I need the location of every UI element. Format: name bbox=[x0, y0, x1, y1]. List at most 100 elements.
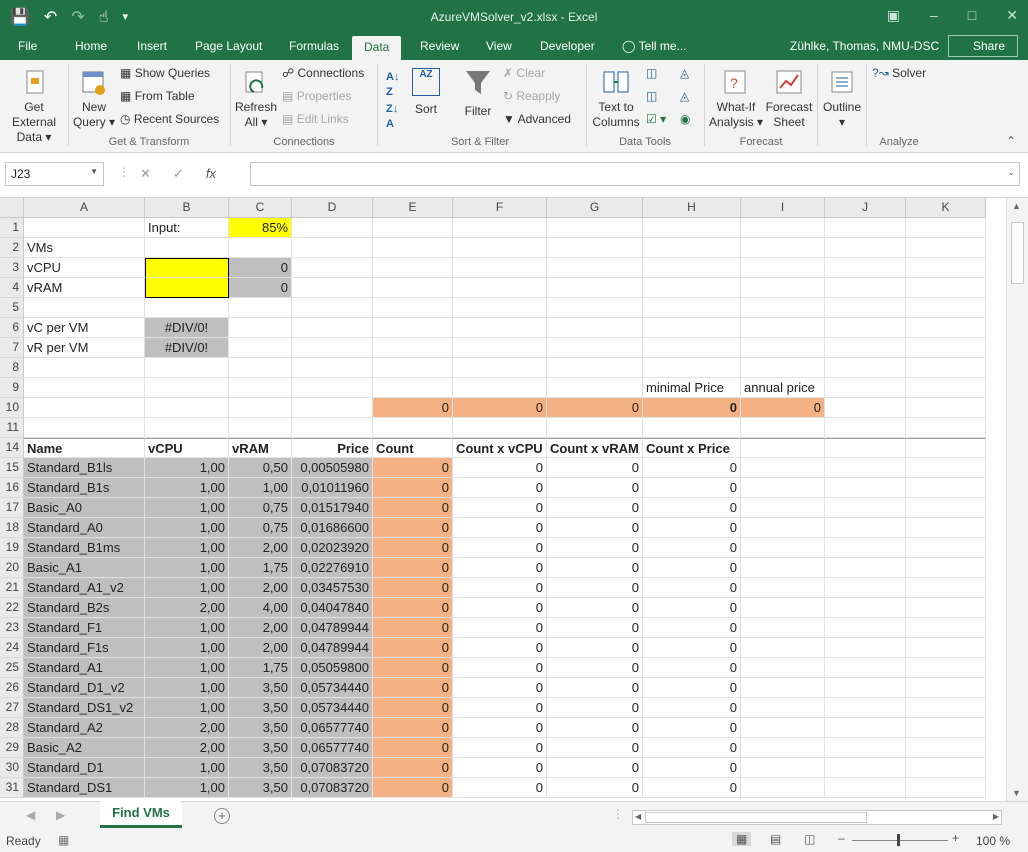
cell-j[interactable] bbox=[825, 258, 906, 278]
cell-f[interactable]: 0 bbox=[453, 498, 547, 518]
cell-e[interactable] bbox=[373, 358, 453, 378]
cell-i[interactable] bbox=[741, 418, 825, 438]
cell-k[interactable] bbox=[906, 718, 986, 738]
cell-a[interactable]: Standard_D1 bbox=[24, 758, 145, 778]
new-query-button[interactable]: New Query ▾ bbox=[72, 68, 116, 130]
cell-d[interactable]: 0,04047840 bbox=[292, 598, 373, 618]
cell-a[interactable] bbox=[24, 298, 145, 318]
minimize-icon[interactable]: – bbox=[930, 7, 938, 24]
tab-page-layout[interactable]: Page Layout bbox=[195, 39, 262, 53]
tell-me-search[interactable]: ◯ Tell me... bbox=[622, 39, 687, 53]
cell-h[interactable]: 0 bbox=[643, 578, 741, 598]
cell-i[interactable] bbox=[741, 578, 825, 598]
cell-i[interactable]: 0 bbox=[741, 398, 825, 418]
cell-c[interactable]: 3,50 bbox=[229, 678, 292, 698]
show-queries-button[interactable]: ▦ Show Queries bbox=[120, 66, 210, 81]
cell-h[interactable] bbox=[643, 318, 741, 338]
row-header[interactable]: 30 bbox=[0, 758, 24, 778]
cell-g[interactable]: 0 bbox=[547, 458, 643, 478]
cell-b[interactable] bbox=[145, 278, 229, 298]
cell-d[interactable]: 0,06577740 bbox=[292, 718, 373, 738]
share-button[interactable]: Share bbox=[948, 35, 1018, 57]
cell-d[interactable] bbox=[292, 358, 373, 378]
cell-k[interactable] bbox=[906, 518, 986, 538]
row-header[interactable]: 5 bbox=[0, 298, 24, 318]
cell-a[interactable]: Name bbox=[24, 438, 145, 458]
cell-j[interactable] bbox=[825, 738, 906, 758]
cell-f[interactable]: 0 bbox=[453, 718, 547, 738]
cell-j[interactable] bbox=[825, 278, 906, 298]
cell-i[interactable] bbox=[741, 258, 825, 278]
column-header-h[interactable]: H bbox=[643, 198, 741, 218]
vertical-scroll-thumb[interactable] bbox=[1011, 222, 1024, 284]
cell-k[interactable] bbox=[906, 318, 986, 338]
cell-d[interactable] bbox=[292, 418, 373, 438]
cell-e[interactable]: 0 bbox=[373, 738, 453, 758]
row-header[interactable]: 29 bbox=[0, 738, 24, 758]
cell-a[interactable]: Standard_A1_v2 bbox=[24, 578, 145, 598]
cell-a[interactable]: vCPU bbox=[24, 258, 145, 278]
cell-b[interactable]: 1,00 bbox=[145, 758, 229, 778]
normal-view-icon[interactable]: ▦ bbox=[732, 832, 752, 846]
cell-h[interactable]: 0 bbox=[643, 518, 741, 538]
solver-button[interactable]: ?↝ Solver bbox=[872, 66, 926, 81]
cell-f[interactable]: 0 bbox=[453, 598, 547, 618]
cell-h[interactable] bbox=[643, 278, 741, 298]
cell-b[interactable]: 2,00 bbox=[145, 718, 229, 738]
cell-k[interactable] bbox=[906, 558, 986, 578]
connections-button[interactable]: ☍ Connections bbox=[282, 66, 364, 81]
row-header[interactable]: 7 bbox=[0, 338, 24, 358]
cell-a[interactable]: Standard_B1ls bbox=[24, 458, 145, 478]
cell-a[interactable]: Standard_B1ms bbox=[24, 538, 145, 558]
cell-i[interactable] bbox=[741, 778, 825, 798]
cell-c[interactable]: 2,00 bbox=[229, 638, 292, 658]
row-header[interactable]: 11 bbox=[0, 418, 24, 438]
cell-c[interactable]: 0,75 bbox=[229, 498, 292, 518]
cell-f[interactable]: 0 bbox=[453, 658, 547, 678]
cell-g[interactable]: 0 bbox=[547, 678, 643, 698]
cell-i[interactable] bbox=[741, 698, 825, 718]
cell-a[interactable] bbox=[24, 378, 145, 398]
cell-j[interactable] bbox=[825, 358, 906, 378]
cell-g[interactable]: 0 bbox=[547, 518, 643, 538]
cell-a[interactable]: Standard_A0 bbox=[24, 518, 145, 538]
cell-b[interactable] bbox=[145, 418, 229, 438]
row-header[interactable]: 22 bbox=[0, 598, 24, 618]
cell-c[interactable]: vRAM bbox=[229, 438, 292, 458]
cell-g[interactable]: 0 bbox=[547, 618, 643, 638]
cell-b[interactable]: 2,00 bbox=[145, 598, 229, 618]
cell-h[interactable]: 0 bbox=[643, 478, 741, 498]
cell-k[interactable] bbox=[906, 358, 986, 378]
cell-f[interactable]: 0 bbox=[453, 458, 547, 478]
cell-d[interactable] bbox=[292, 338, 373, 358]
cell-g[interactable]: 0 bbox=[547, 578, 643, 598]
cell-g[interactable] bbox=[547, 238, 643, 258]
cell-d[interactable]: 0,04789944 bbox=[292, 638, 373, 658]
chevron-down-icon[interactable]: ▼ bbox=[90, 167, 98, 176]
cell-c[interactable]: 1,75 bbox=[229, 558, 292, 578]
cell-h[interactable]: 0 bbox=[643, 398, 741, 418]
cell-i[interactable] bbox=[741, 758, 825, 778]
row-header[interactable]: 8 bbox=[0, 358, 24, 378]
cell-e[interactable] bbox=[373, 418, 453, 438]
cell-f[interactable] bbox=[453, 298, 547, 318]
cell-j[interactable] bbox=[825, 378, 906, 398]
cell-e[interactable]: 0 bbox=[373, 618, 453, 638]
cell-j[interactable] bbox=[825, 678, 906, 698]
cell-i[interactable] bbox=[741, 718, 825, 738]
cell-i[interactable] bbox=[741, 358, 825, 378]
cell-k[interactable] bbox=[906, 638, 986, 658]
outline-button[interactable]: Outline ▾ bbox=[820, 68, 864, 130]
cell-b[interactable]: 1,00 bbox=[145, 678, 229, 698]
cell-k[interactable] bbox=[906, 538, 986, 558]
cell-b[interactable]: 1,00 bbox=[145, 698, 229, 718]
cell-h[interactable]: 0 bbox=[643, 758, 741, 778]
page-break-preview-icon[interactable]: ◫ bbox=[804, 832, 815, 846]
get-external-data-button[interactable]: Get External Data ▾ bbox=[2, 68, 66, 145]
cell-a[interactable]: VMs bbox=[24, 238, 145, 258]
cell-b[interactable]: vCPU bbox=[145, 438, 229, 458]
cell-k[interactable] bbox=[906, 478, 986, 498]
cell-a[interactable]: vC per VM bbox=[24, 318, 145, 338]
cell-i[interactable] bbox=[741, 518, 825, 538]
cell-h[interactable] bbox=[643, 338, 741, 358]
